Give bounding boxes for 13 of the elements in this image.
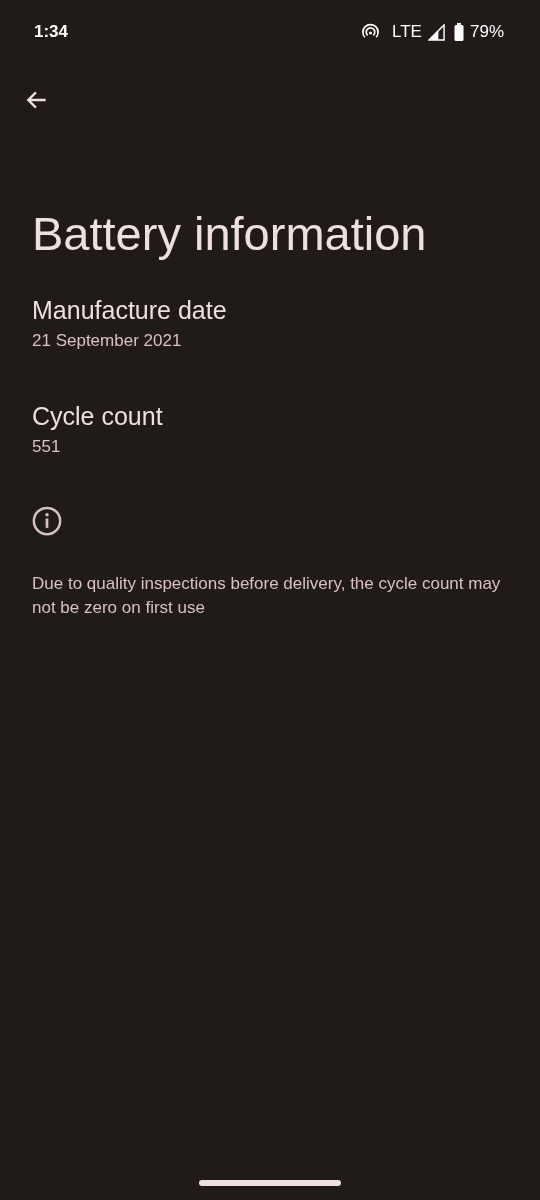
network-type: LTE xyxy=(392,22,422,42)
page-title: Battery information xyxy=(31,206,428,262)
item-label: Cycle count xyxy=(32,401,164,432)
info-icon xyxy=(32,506,62,536)
item-label: Manufacture date xyxy=(32,295,228,326)
battery-icon xyxy=(453,23,464,41)
signal-icon xyxy=(427,23,445,41)
footnote-text: Due to quality inspections before delivery, the cycle count may not be zero on first use xyxy=(32,573,502,619)
navigation-handle[interactable] xyxy=(199,1180,341,1186)
battery-percentage: 79% xyxy=(469,22,504,42)
item-value: 21 September 2021 xyxy=(32,330,183,352)
item-value: 551 xyxy=(32,436,62,458)
status-time: 1:34 xyxy=(34,22,69,42)
